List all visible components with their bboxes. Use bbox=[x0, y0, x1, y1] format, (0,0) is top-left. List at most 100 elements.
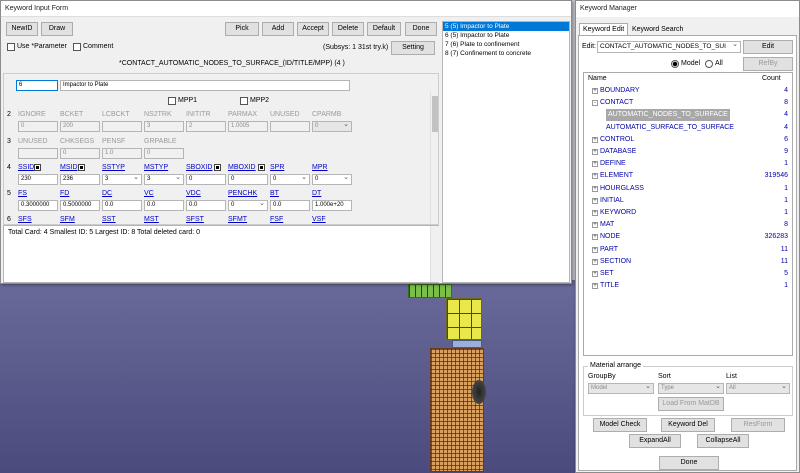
ssid-field[interactable]: 230 bbox=[18, 174, 58, 185]
vc-label[interactable]: VC bbox=[144, 190, 154, 197]
tree-row-element[interactable]: + ELEMENT 319546 bbox=[584, 170, 792, 182]
tree-row-define[interactable]: + DEFINE 1 bbox=[584, 158, 792, 170]
unused-field[interactable] bbox=[18, 148, 58, 159]
km-done-button[interactable]: Done bbox=[659, 456, 719, 470]
comment-checkbox[interactable] bbox=[73, 43, 81, 51]
sstyp-select[interactable]: 3 bbox=[102, 173, 142, 185]
expand-icon[interactable]: + bbox=[592, 234, 598, 241]
pick-icon[interactable] bbox=[78, 164, 85, 171]
mstyp-label[interactable]: MSTYP bbox=[144, 164, 168, 171]
tree-row-database[interactable]: + DATABASE 9 bbox=[584, 146, 792, 158]
expand-all-button[interactable]: ExpandAll bbox=[629, 434, 681, 448]
sfm-label[interactable]: SFM bbox=[60, 216, 75, 223]
card-list-item[interactable]: 7 (6) Plate to confinement bbox=[443, 40, 569, 49]
pick-icon[interactable] bbox=[258, 164, 265, 171]
list-select[interactable]: All bbox=[726, 382, 790, 394]
reform-button[interactable]: ResForm bbox=[731, 418, 785, 432]
tab-keyword-search[interactable]: Keyword Search bbox=[629, 24, 686, 35]
pick-button[interactable]: Pick bbox=[225, 22, 259, 36]
fs-label[interactable]: FS bbox=[18, 190, 27, 197]
mpr-label[interactable]: MPR bbox=[312, 164, 328, 171]
default-button[interactable]: Default bbox=[367, 22, 401, 36]
mst-label[interactable]: MST bbox=[144, 216, 159, 223]
parmax-field[interactable]: 1.0005 bbox=[228, 121, 268, 132]
expand-icon[interactable]: + bbox=[592, 136, 598, 143]
fs-field[interactable]: 0.3000000 bbox=[18, 200, 58, 211]
sfs-label[interactable]: SFS bbox=[18, 216, 32, 223]
add-button[interactable]: Add bbox=[262, 22, 294, 36]
mboxid-field[interactable]: 0 bbox=[228, 174, 268, 185]
scrollbar-thumb[interactable] bbox=[432, 96, 438, 132]
msid-label[interactable]: MSID bbox=[60, 164, 78, 171]
mpp2-checkbox[interactable] bbox=[240, 97, 248, 105]
newid-button[interactable]: NewID bbox=[6, 22, 38, 36]
sfmt-label[interactable]: SFMT bbox=[228, 216, 247, 223]
tree-row-node[interactable]: + NODE 326283 bbox=[584, 231, 792, 243]
collapse-icon[interactable]: - bbox=[592, 100, 598, 107]
pick-icon[interactable] bbox=[34, 164, 41, 171]
bcket-field[interactable]: 200 bbox=[60, 121, 100, 132]
penchk-select[interactable]: 0 bbox=[228, 199, 268, 211]
tree-row-title[interactable]: + TITLE 1 bbox=[584, 280, 792, 292]
accept-button[interactable]: Accept bbox=[297, 22, 329, 36]
sstyp-label[interactable]: SSTYP bbox=[102, 164, 125, 171]
keyword-del-button[interactable]: Keyword Del bbox=[661, 418, 715, 432]
ignore-field[interactable]: 0 bbox=[18, 121, 58, 132]
expand-icon[interactable]: + bbox=[592, 210, 598, 216]
tree-row-automatic-surface-to-surface[interactable]: AUTOMATIC_SURFACE_TO_SURFACE 4 bbox=[584, 122, 792, 134]
expand-icon[interactable]: + bbox=[592, 271, 598, 277]
pensf-field[interactable]: 1.0 bbox=[102, 148, 142, 159]
tree-row-mat[interactable]: + MAT 8 bbox=[584, 219, 792, 231]
ns2trk-field[interactable]: 3 bbox=[144, 121, 184, 132]
vdc-label[interactable]: VDC bbox=[186, 190, 201, 197]
use-parameter-checkbox[interactable] bbox=[7, 43, 15, 51]
expand-icon[interactable]: + bbox=[592, 161, 598, 168]
unused-field[interactable] bbox=[270, 121, 310, 132]
tree-row-section[interactable]: + SECTION 11 bbox=[584, 256, 792, 268]
expand-icon[interactable]: + bbox=[592, 283, 598, 290]
model-radio[interactable] bbox=[671, 60, 679, 68]
expand-icon[interactable]: + bbox=[592, 88, 598, 94]
tree-row-automatic-nodes-to-surface[interactable]: AUTOMATIC_NODES_TO_SURFACE 4 bbox=[584, 109, 792, 122]
vc-field[interactable]: 0.0 bbox=[144, 200, 184, 211]
edit-select[interactable]: CONTACT_AUTOMATIC_NODES_TO_SUI bbox=[597, 40, 741, 53]
tree-row-contact[interactable]: - CONTACT 8 bbox=[584, 97, 792, 109]
expand-icon[interactable]: + bbox=[592, 149, 598, 155]
expand-icon[interactable]: + bbox=[592, 185, 598, 192]
ssid-label[interactable]: SSID bbox=[18, 164, 34, 171]
mstyp-select[interactable]: 3 bbox=[144, 173, 184, 185]
fd-field[interactable]: 0.5000000 bbox=[60, 200, 100, 211]
lcbckt-field[interactable] bbox=[102, 121, 142, 132]
fd-label[interactable]: FD bbox=[60, 190, 69, 197]
spr-label[interactable]: SPR bbox=[270, 164, 284, 171]
sboxid-label[interactable]: SBOXID bbox=[186, 164, 212, 171]
expand-icon[interactable]: + bbox=[592, 222, 598, 229]
penchk-label[interactable]: PENCHK bbox=[228, 190, 257, 197]
edit-button[interactable]: Edit bbox=[743, 40, 793, 54]
tree-row-boundary[interactable]: + BOUNDARY 4 bbox=[584, 85, 792, 97]
bt-field[interactable]: 0.0 bbox=[270, 200, 310, 211]
card-scrollbar[interactable] bbox=[430, 92, 438, 224]
dc-field[interactable]: 0.0 bbox=[102, 200, 142, 211]
chksegs-field[interactable]: 0 bbox=[60, 148, 100, 159]
tree-row-initial[interactable]: + INITIAL 1 bbox=[584, 195, 792, 207]
all-radio[interactable] bbox=[705, 60, 713, 68]
delete-button[interactable]: Delete bbox=[332, 22, 364, 36]
sboxid-field[interactable]: 0 bbox=[186, 174, 226, 185]
dt-label[interactable]: DT bbox=[312, 190, 321, 197]
dt-field[interactable]: 1.000e+20 bbox=[312, 200, 352, 211]
collapse-all-button[interactable]: CollapseAll bbox=[697, 434, 749, 448]
inititr-field[interactable]: 2 bbox=[186, 121, 226, 132]
pick-icon[interactable] bbox=[214, 164, 221, 171]
vsf-label[interactable]: VSF bbox=[312, 216, 326, 223]
tree-row-set[interactable]: + SET 5 bbox=[584, 268, 792, 280]
msid-field[interactable]: 236 bbox=[60, 174, 100, 185]
card-list-item[interactable]: 8 (7) Confinement to concrete bbox=[443, 49, 569, 58]
spr-select[interactable]: 0 bbox=[270, 173, 310, 185]
card-list-item[interactable]: 5 (5) Impactor to Plate bbox=[443, 22, 569, 31]
model-check-button[interactable]: Model Check bbox=[593, 418, 647, 432]
tree-row-part[interactable]: + PART 11 bbox=[584, 244, 792, 256]
tree-row-keyword[interactable]: + KEYWORD 1 bbox=[584, 207, 792, 219]
cid-field[interactable]: 6 bbox=[16, 80, 58, 91]
vdc-field[interactable]: 0.0 bbox=[186, 200, 226, 211]
